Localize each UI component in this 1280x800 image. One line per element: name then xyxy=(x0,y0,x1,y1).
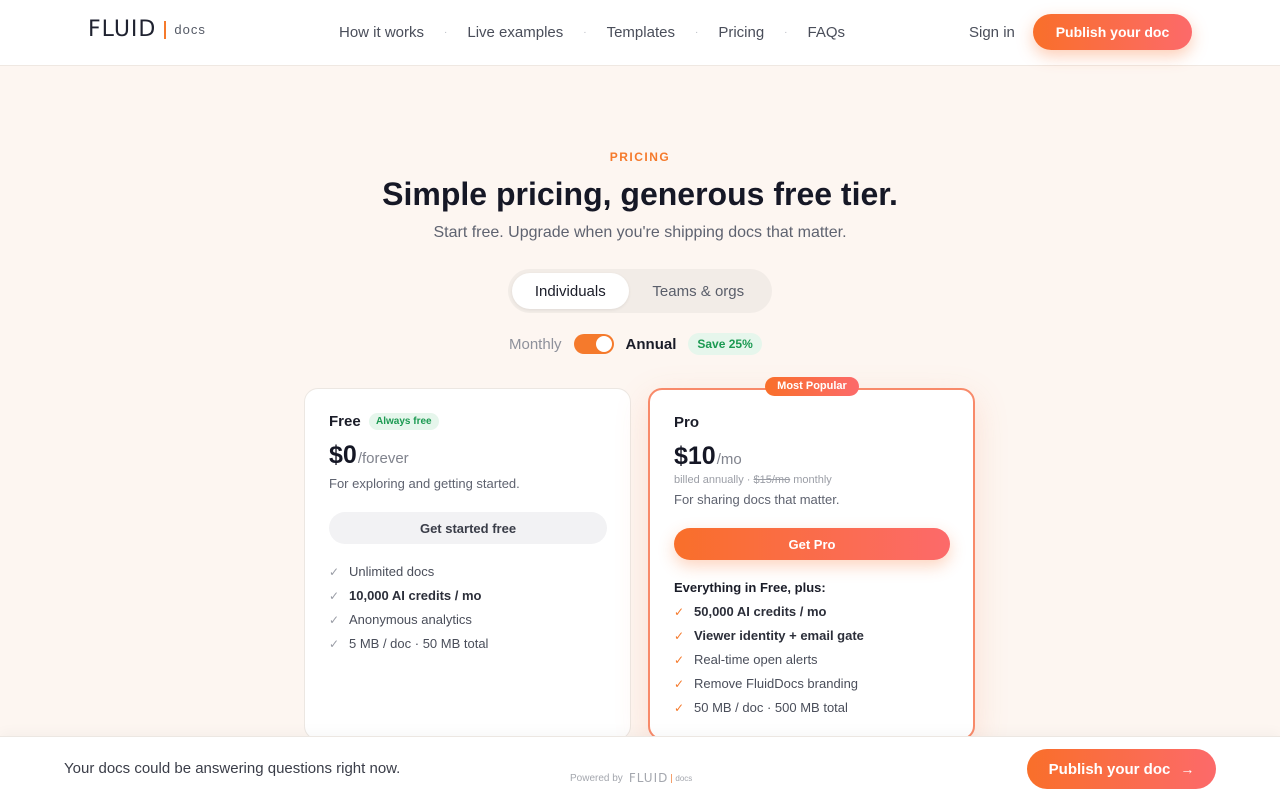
nav-faqs[interactable]: FAQs xyxy=(808,24,846,41)
billing-toggle-switch[interactable] xyxy=(573,334,614,354)
plan-name-free: Free xyxy=(329,413,361,430)
feature-item: ✓ Anonymous analytics xyxy=(329,612,472,627)
publish-button-bottom[interactable]: Publish your doc → xyxy=(1027,749,1216,789)
feature-item: ✓ Real-time open alerts xyxy=(674,652,818,667)
feature-label: Remove FluidDocs branding xyxy=(694,676,859,691)
toggle-knob xyxy=(595,336,612,352)
plan-desc-free: For exploring and getting started. xyxy=(329,476,520,491)
price-amount-free: $0 xyxy=(329,441,357,469)
feature-item: ✓ Unlimited docs xyxy=(329,564,434,579)
check-icon: ✓ xyxy=(674,676,685,691)
tab-teams-orgs[interactable]: Teams & orgs xyxy=(629,273,768,309)
billing-note-suffix: monthly xyxy=(790,474,832,486)
feature-label: Real-time open alerts xyxy=(694,652,818,667)
powered-by[interactable]: Powered by FLUID docs xyxy=(570,771,692,785)
nav-separator: · xyxy=(444,27,448,38)
powered-by-label: Powered by xyxy=(570,772,623,784)
billing-note-strike: $15/mo xyxy=(753,474,791,486)
most-popular-badge: Most Popular xyxy=(765,377,859,396)
feature-item: ✓ 5 MB / doc · 50 MB total xyxy=(329,636,488,651)
nav-separator: · xyxy=(583,27,587,38)
billing-monthly-label[interactable]: Monthly xyxy=(509,336,562,353)
price-period-free: /forever xyxy=(357,450,409,467)
price-pro: $10 /mo xyxy=(674,442,742,471)
billing-period: Monthly Annual Save 25% xyxy=(509,332,762,356)
check-icon: ✓ xyxy=(674,604,685,619)
plan-name-pro: Pro xyxy=(674,414,700,431)
feature-label: 50,000 AI credits / mo xyxy=(694,604,827,619)
publish-button-label: Publish your doc xyxy=(1048,760,1171,778)
logo[interactable]: FLUID docs xyxy=(88,17,206,42)
signin-link[interactable]: Sign in xyxy=(969,24,1015,41)
page-subtitle: Start free. Upgrade when you're shipping… xyxy=(433,224,847,241)
arrow-right-icon: → xyxy=(1180,761,1195,777)
powered-logo-divider xyxy=(671,773,673,783)
logo-divider xyxy=(164,20,167,39)
nav-pricing[interactable]: Pricing xyxy=(718,24,764,41)
logo-wordmark: FLUID xyxy=(88,17,157,42)
cta-bar-text: Your docs could be answering questions r… xyxy=(64,760,401,777)
check-icon: ✓ xyxy=(329,564,340,579)
billing-annual-label[interactable]: Annual xyxy=(626,336,677,353)
billing-note-prefix: billed annually · xyxy=(674,474,754,486)
logo-suffix: docs xyxy=(174,22,206,37)
price-amount-pro: $10 xyxy=(674,442,716,470)
get-pro-button[interactable]: Get Pro xyxy=(674,528,950,560)
check-icon: ✓ xyxy=(329,588,340,603)
price-free: $0 /forever xyxy=(329,441,409,470)
check-icon: ✓ xyxy=(674,652,685,667)
feature-label: 5 MB / doc · 50 MB total xyxy=(349,636,489,651)
sticky-cta-bar: Your docs could be answering questions r… xyxy=(0,736,1280,800)
feature-label: 50 MB / doc · 500 MB total xyxy=(694,700,848,715)
price-period-pro: /mo xyxy=(716,451,742,468)
publish-button-header[interactable]: Publish your doc xyxy=(1033,14,1192,50)
powered-logo-suffix: docs xyxy=(675,773,693,783)
feature-label: Viewer identity + email gate xyxy=(694,628,864,643)
billing-note: billed annually · $15/mo monthly xyxy=(674,474,832,486)
always-free-badge: Always free xyxy=(369,413,439,430)
tab-individuals[interactable]: Individuals xyxy=(512,273,629,309)
top-header: FLUID docs How it works · Live examples … xyxy=(0,0,1280,66)
check-icon: ✓ xyxy=(329,612,340,627)
nav-live-examples[interactable]: Live examples xyxy=(467,24,563,41)
powered-logo-word: FLUID xyxy=(628,771,669,785)
nav-templates[interactable]: Templates xyxy=(607,24,675,41)
feature-label: Unlimited docs xyxy=(349,564,435,579)
feature-item: ✓ 10,000 AI credits / mo xyxy=(329,588,481,603)
nav-how-it-works[interactable]: How it works xyxy=(339,24,424,41)
page-title: Simple pricing, generous free tier. xyxy=(382,176,898,212)
check-icon: ✓ xyxy=(329,636,340,651)
feature-item: ✓ 50,000 AI credits / mo xyxy=(674,604,826,619)
nav-separator: · xyxy=(694,27,699,38)
nav-separator: · xyxy=(784,27,788,38)
get-started-free-button[interactable]: Get started free xyxy=(329,512,607,544)
check-icon: ✓ xyxy=(674,700,685,715)
feature-item: ✓ Remove FluidDocs branding xyxy=(674,676,858,691)
plan-desc-pro: For sharing docs that matter. xyxy=(674,492,840,507)
feature-label: Anonymous analytics xyxy=(349,612,472,627)
save-badge: Save 25% xyxy=(688,333,762,355)
check-icon: ✓ xyxy=(674,628,685,643)
plus-label: Everything in Free, plus: xyxy=(674,580,826,595)
feature-item: ✓ 50 MB / doc · 500 MB total xyxy=(674,700,848,715)
audience-toggle: Individuals Teams & orgs xyxy=(508,269,772,313)
main-nav: How it works · Live examples · Templates… xyxy=(339,24,845,41)
section-eyebrow: PRICING xyxy=(609,150,671,164)
feature-item: ✓ Viewer identity + email gate xyxy=(674,628,864,643)
feature-label: 10,000 AI credits / mo xyxy=(349,588,482,603)
